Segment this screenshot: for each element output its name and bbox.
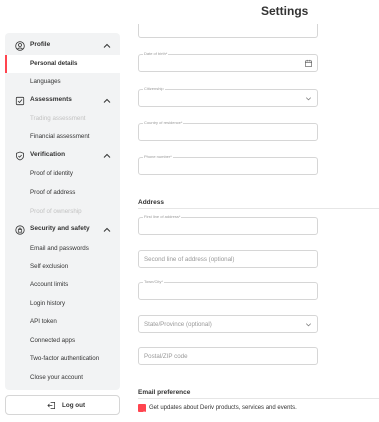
sidebar-item-languages[interactable]: Languages bbox=[5, 73, 120, 91]
sidebar-item-label: Two-factor authentication bbox=[30, 355, 100, 362]
state-province-placeholder: State/Province (optional) bbox=[144, 321, 212, 328]
sidebar-item-api-token[interactable]: API token bbox=[5, 313, 120, 331]
date-of-birth-field[interactable]: Date of birth* bbox=[138, 51, 318, 72]
postal-code-placeholder: Postal/ZIP code bbox=[144, 353, 188, 360]
chevron-up-icon[interactable] bbox=[102, 96, 112, 106]
email-updates-label[interactable]: Get updates about Deriv products, servic… bbox=[149, 405, 297, 411]
sidebar-item-financial-assessment[interactable]: Financial assessment bbox=[5, 128, 120, 146]
sidebar-group-verification[interactable]: Verification bbox=[5, 147, 120, 165]
town-city-field[interactable]: Town/City* bbox=[138, 279, 318, 300]
sidebar-item-login-history[interactable]: Login history bbox=[5, 295, 120, 313]
country-of-residence-field[interactable]: Country of residence* bbox=[138, 120, 318, 141]
sidebar-item-label: Connected apps bbox=[30, 337, 76, 344]
page-title: Settings bbox=[261, 4, 309, 18]
sidebar: Profile Personal details Languages Asses… bbox=[5, 33, 120, 390]
sidebar-item-label: Proof of ownership bbox=[30, 208, 82, 215]
chevron-up-icon[interactable] bbox=[102, 151, 112, 161]
sidebar-item-proof-of-identity[interactable]: Proof of identity bbox=[5, 165, 120, 183]
logout-button[interactable]: Log out bbox=[5, 395, 120, 415]
address-line-2-placeholder: Second line of address (optional) bbox=[144, 256, 235, 263]
sidebar-item-label: Proof of address bbox=[30, 189, 76, 196]
sidebar-item-two-factor-authentication[interactable]: Two-factor authentication bbox=[5, 350, 120, 368]
sidebar-group-label: Verification bbox=[30, 151, 66, 158]
sidebar-item-trading-assessment: Trading assessment bbox=[5, 110, 120, 128]
sidebar-item-label: Trading assessment bbox=[30, 115, 86, 122]
sidebar-item-label: Languages bbox=[30, 78, 61, 85]
sidebar-item-email-and-passwords[interactable]: Email and passwords bbox=[5, 240, 120, 258]
calendar-icon[interactable] bbox=[304, 59, 313, 68]
sidebar-item-close-your-account[interactable]: Close your account bbox=[5, 369, 120, 387]
sidebar-item-label: Proof of identity bbox=[30, 170, 73, 177]
sidebar-item-personal-details[interactable]: Personal details bbox=[5, 55, 120, 73]
sidebar-item-self-exclusion[interactable]: Self exclusion bbox=[5, 258, 120, 276]
sidebar-item-label: Account limits bbox=[30, 281, 69, 288]
section-divider bbox=[138, 208, 379, 209]
address-line-2-field[interactable]: Second line of address (optional) bbox=[138, 250, 318, 268]
chevron-down-icon bbox=[305, 323, 312, 327]
checkmark-icon bbox=[139, 411, 145, 416]
town-city-label: Town/City* bbox=[143, 279, 164, 285]
chevron-up-icon[interactable] bbox=[102, 41, 112, 51]
sidebar-item-label: Financial assessment bbox=[30, 133, 90, 140]
email-preference-title: Email preference bbox=[138, 389, 191, 396]
shield-check-icon bbox=[16, 151, 24, 161]
citizenship-label: Citizenship bbox=[143, 86, 165, 92]
email-updates-checkbox[interactable] bbox=[138, 404, 146, 416]
logout-icon bbox=[47, 401, 56, 410]
sidebar-group-profile[interactable]: Profile bbox=[5, 37, 120, 55]
sidebar-item-account-limits[interactable]: Account limits bbox=[5, 276, 120, 294]
lock-icon bbox=[15, 225, 25, 235]
address-line-1-label: First line of address* bbox=[143, 214, 182, 220]
phone-number-field[interactable]: Phone number* bbox=[138, 154, 318, 175]
state-province-select[interactable]: State/Province (optional) bbox=[138, 315, 318, 333]
phone-label: Phone number* bbox=[143, 154, 173, 160]
clipboard-icon bbox=[15, 96, 25, 106]
section-divider bbox=[138, 398, 379, 399]
user-icon bbox=[15, 41, 25, 51]
address-section-title: Address bbox=[138, 199, 165, 206]
sidebar-item-proof-of-ownership: Proof of ownership bbox=[5, 203, 120, 221]
sidebar-item-label: Self exclusion bbox=[30, 263, 69, 270]
sidebar-item-label: Login history bbox=[30, 300, 66, 307]
citizenship-select[interactable]: Citizenship bbox=[138, 86, 318, 107]
chevron-up-icon[interactable] bbox=[102, 225, 112, 235]
sidebar-group-assessments[interactable]: Assessments bbox=[5, 92, 120, 110]
sidebar-item-label: Close your account bbox=[30, 374, 83, 381]
postal-code-field[interactable]: Postal/ZIP code bbox=[138, 347, 318, 365]
logout-label: Log out bbox=[62, 402, 86, 409]
field-above-truncated[interactable] bbox=[138, 24, 318, 38]
country-label: Country of residence* bbox=[143, 120, 184, 126]
sidebar-group-label: Assessments bbox=[30, 96, 72, 103]
sidebar-item-connected-apps[interactable]: Connected apps bbox=[5, 332, 120, 350]
sidebar-group-label: Profile bbox=[30, 41, 51, 48]
sidebar-item-label: API token bbox=[30, 318, 57, 325]
address-line-1-field[interactable]: First line of address* bbox=[138, 214, 318, 235]
sidebar-item-label: Personal details bbox=[30, 60, 78, 67]
sidebar-group-security[interactable]: Security and safety bbox=[5, 221, 120, 239]
sidebar-item-proof-of-address[interactable]: Proof of address bbox=[5, 184, 120, 202]
date-of-birth-label: Date of birth* bbox=[143, 51, 169, 57]
sidebar-item-label: Email and passwords bbox=[30, 245, 89, 252]
sidebar-group-label: Security and safety bbox=[30, 225, 90, 232]
chevron-down-icon bbox=[305, 97, 312, 101]
